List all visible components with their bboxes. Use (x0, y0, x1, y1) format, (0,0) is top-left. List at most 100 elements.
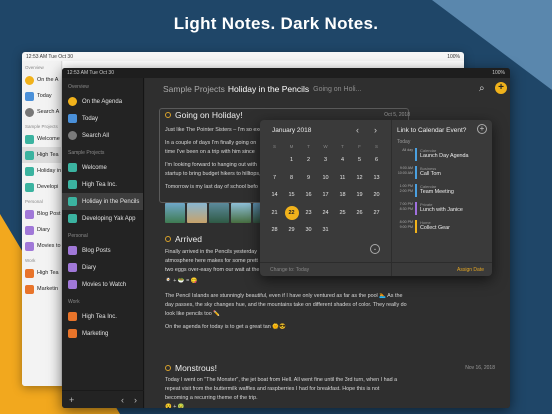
light-sidebar-item-agenda[interactable]: On the A (22, 72, 61, 88)
calendar-day[interactable]: 18 (334, 187, 351, 205)
sidebar-item-holiday[interactable]: Holiday in the Pencils (62, 193, 143, 210)
sidebar-item-blog[interactable]: Blog Posts (62, 242, 143, 259)
calendar-weekday-label: T (341, 144, 344, 149)
notebook-icon (68, 214, 77, 223)
calendar-weekday-label: W (323, 144, 328, 149)
note-status-icon[interactable] (165, 365, 171, 371)
calendar-day[interactable]: 11 (334, 170, 351, 188)
sidebar-item-welcome[interactable]: Welcome (62, 159, 143, 176)
calendar-day[interactable]: 21 (266, 205, 283, 223)
calendar-day-selected[interactable]: 22 (283, 205, 300, 223)
assign-date-button[interactable]: Assign Date (457, 263, 484, 276)
today-icon (68, 114, 77, 123)
sidebar-item-diary[interactable]: Diary (62, 259, 143, 276)
event-color-bar (415, 148, 417, 161)
calendar-weekday-label: S (272, 144, 276, 149)
note-header[interactable]: Monstrous! Nov 16, 2018 (165, 363, 495, 373)
event-color-bar (415, 166, 417, 179)
sidebar-item-developing[interactable]: Developing Yak App (62, 210, 143, 227)
light-sidebar-item-marketing[interactable]: Marketin (22, 281, 61, 297)
light-sidebar-item-holiday[interactable]: Holiday in (22, 163, 61, 179)
light-sidebar-item-welcome[interactable]: Welcome (22, 131, 61, 147)
notebook-icon (25, 134, 34, 144)
light-sidebar-item-developing[interactable]: Developi (22, 179, 61, 195)
image-thumbnails (165, 203, 273, 223)
calendar-day[interactable]: 6 (368, 152, 385, 170)
sidebar-item-today[interactable]: Today (62, 110, 143, 127)
events-day-label: Today (397, 139, 411, 145)
calendar-event[interactable]: 8:00 PM 9:00 PM Home Collect Gear (393, 220, 492, 236)
chevron-left-icon[interactable]: ‹ (356, 125, 359, 135)
calendar-event[interactable]: 1:00 PM 2:00 PM Calendar Team Meeting (393, 184, 492, 200)
light-sidebar-item-today[interactable]: Today (22, 88, 61, 104)
photo-thumbnail[interactable] (187, 203, 207, 223)
calendar-day[interactable]: 20 (368, 187, 385, 205)
note-header[interactable]: Going on Holiday! Oct 5, 2018 (165, 110, 495, 120)
sidebar-item-agenda[interactable]: On the Agenda (62, 93, 143, 110)
light-sidebar-item-work-hightea[interactable]: High Tea (22, 265, 61, 281)
calendar-day[interactable]: 17 (317, 187, 334, 205)
calendar-event[interactable]: 9:00 AM 10:00 AM Business Call Tom (393, 166, 492, 182)
dark-status-time: 12:53 AM Tue Oct 30 (67, 70, 114, 76)
calendar-day[interactable]: 13 (368, 170, 385, 188)
calendar-day[interactable]: 26 (351, 205, 368, 223)
breadcrumb-project[interactable]: Sample Projects (163, 84, 225, 94)
chevron-right-icon[interactable]: › (374, 125, 377, 135)
calendar-day[interactable]: 8 (283, 170, 300, 188)
calendar-day[interactable]: 7 (266, 170, 283, 188)
calendar-day[interactable]: 30 (300, 222, 317, 240)
calendar-day[interactable]: 29 (283, 222, 300, 240)
calendar-day[interactable]: 25 (334, 205, 351, 223)
calendar-day[interactable]: 31 (317, 222, 334, 240)
calendar-day[interactable]: 28 (266, 222, 283, 240)
forward-icon[interactable]: › (134, 395, 137, 405)
note-status-icon[interactable] (165, 112, 171, 118)
calendar-day[interactable]: 15 (283, 187, 300, 205)
add-event-icon[interactable]: + (477, 124, 487, 134)
calendar-day[interactable]: 19 (351, 187, 368, 205)
light-sidebar-item-blog[interactable]: Blog Post (22, 206, 61, 222)
light-sidebar-section-personal: Personal (25, 199, 43, 204)
light-status-battery: 100% (447, 54, 460, 60)
light-sidebar-item-search[interactable]: Search A (22, 104, 61, 120)
chevron-down-icon[interactable]: ⌄ (370, 244, 380, 254)
photo-thumbnail[interactable] (209, 203, 229, 223)
search-icon[interactable]: ⌕ (479, 83, 490, 94)
calendar-day[interactable]: 5 (351, 152, 368, 170)
light-sidebar-item-hightea[interactable]: High Tea (22, 147, 61, 163)
calendar-day[interactable]: 10 (317, 170, 334, 188)
sidebar-item-work-hightea[interactable]: High Tea Inc. (62, 308, 143, 325)
note-body[interactable]: Today I went on "The Monster", the jet b… (165, 376, 493, 408)
calendar-day[interactable]: 4 (334, 152, 351, 170)
calendar-day[interactable]: 12 (351, 170, 368, 188)
back-icon[interactable]: ‹ (121, 395, 124, 405)
calendar-day[interactable]: 9 (300, 170, 317, 188)
calendar-day[interactable]: 23 (300, 205, 317, 223)
notebook-icon (68, 246, 77, 255)
calendar-day[interactable]: 16 (300, 187, 317, 205)
note-status-icon[interactable] (165, 236, 171, 242)
calendar-event[interactable]: All day Calendar Launch Day Agenda (393, 148, 492, 164)
calendar-event[interactable]: 7:00 PM 8:30 PM Private Lunch with Janice (393, 202, 492, 218)
calendar-day[interactable]: 27 (368, 205, 385, 223)
photo-thumbnail[interactable] (231, 203, 251, 223)
calendar-day[interactable]: 2 (300, 152, 317, 170)
calendar-day[interactable]: 24 (317, 205, 334, 223)
add-note-button[interactable]: + (495, 82, 507, 94)
light-sidebar-section-overview: Overview (25, 65, 44, 70)
calendar-day (351, 222, 368, 240)
change-to-today-button[interactable]: Change to: Today (270, 263, 309, 276)
date-picker-footer: Change to: Today Assign Date (260, 262, 492, 276)
calendar-day[interactable]: 3 (317, 152, 334, 170)
sidebar-item-movies[interactable]: Movies to Watch (62, 276, 143, 293)
light-sidebar-item-diary[interactable]: Diary (22, 222, 61, 238)
sidebar-item-marketing[interactable]: Marketing (62, 325, 143, 342)
calendar-day[interactable]: 14 (266, 187, 283, 205)
add-icon[interactable]: + (69, 395, 74, 405)
light-sidebar: Overview On the A Today Search A Sample … (22, 61, 62, 386)
light-sidebar-item-movies[interactable]: Movies to (22, 238, 61, 254)
sidebar-item-search[interactable]: Search All (62, 127, 143, 144)
sidebar-item-hightea[interactable]: High Tea Inc. (62, 176, 143, 193)
calendar-day[interactable]: 1 (283, 152, 300, 170)
photo-thumbnail[interactable] (165, 203, 185, 223)
